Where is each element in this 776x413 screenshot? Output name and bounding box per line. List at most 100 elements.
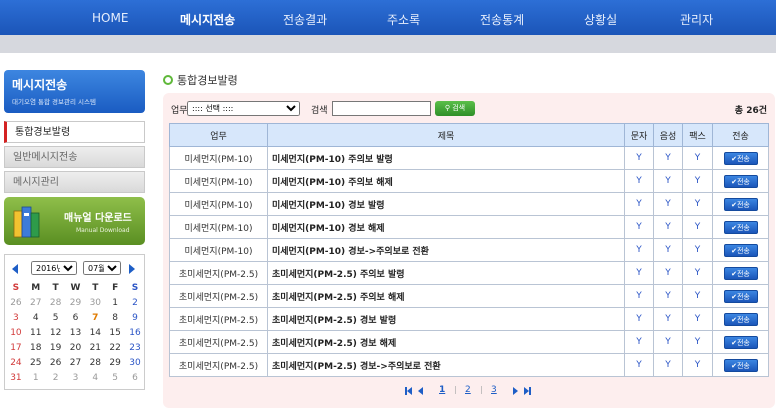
nav-message-send[interactable]: 메시지전송 (180, 11, 235, 28)
calendar-day[interactable]: 27 (66, 355, 86, 370)
send-button-label: 전송 (736, 246, 750, 255)
send-button[interactable]: ✔전송 (723, 174, 758, 188)
calendar-day[interactable]: 17 (6, 340, 26, 355)
send-button[interactable]: ✔전송 (723, 289, 758, 303)
nav-situation-room[interactable]: 상황실 (584, 11, 617, 28)
send-button[interactable]: ✔전송 (723, 266, 758, 280)
calendar-day[interactable]: 1 (105, 295, 125, 310)
nav-address-book[interactable]: 주소록 (387, 11, 420, 28)
calendar-day[interactable]: 14 (85, 325, 105, 340)
calendar: 2016년 07월 S M T W T F S 26 27 28 29 30 1 2 3 4 5 6… (4, 254, 145, 390)
manual-download-button[interactable]: 매뉴얼 다운로드 Manual Download (4, 197, 145, 245)
calendar-day[interactable]: 3 (66, 370, 86, 385)
page-link-2[interactable]: 2 (465, 385, 471, 395)
total-count: 총 26건 (734, 106, 767, 116)
send-button[interactable]: ✔전송 (723, 220, 758, 234)
first-page-icon[interactable] (407, 387, 412, 395)
calendar-day[interactable]: 27 (26, 295, 46, 310)
calendar-day[interactable]: 28 (46, 295, 66, 310)
calendar-day[interactable]: 16 (125, 325, 145, 340)
calendar-day[interactable]: 19 (46, 340, 66, 355)
nav-admin[interactable]: 관리자 (680, 11, 713, 28)
category-select[interactable]: :::: 선택 :::: (187, 101, 300, 116)
prev-page-icon[interactable] (418, 387, 423, 395)
calendar-day[interactable]: 18 (26, 340, 46, 355)
row-sms-flag: Y (624, 215, 654, 239)
send-button[interactable]: ✔전송 (723, 335, 758, 349)
calendar-day[interactable]: 6 (66, 310, 86, 325)
send-button[interactable]: ✔전송 (723, 243, 758, 257)
calendar-day[interactable]: 9 (125, 310, 145, 325)
send-button-label: 전송 (736, 292, 750, 301)
calendar-day[interactable]: 7 (85, 310, 105, 325)
search-button-label: 검색 (452, 104, 466, 112)
calendar-day[interactable]: 29 (66, 295, 86, 310)
send-button[interactable]: ✔전송 (723, 312, 758, 326)
next-month-icon[interactable] (129, 264, 135, 274)
calendar-day[interactable]: 3 (6, 310, 26, 325)
calendar-day[interactable]: 25 (26, 355, 46, 370)
calendar-day[interactable]: 20 (66, 340, 86, 355)
row-fax-flag: Y (682, 238, 713, 262)
prev-month-icon[interactable] (12, 264, 18, 274)
calendar-day[interactable]: 30 (85, 295, 105, 310)
send-button[interactable]: ✔전송 (723, 358, 758, 372)
sidebar-item-general-message[interactable]: 일반메시지전송 (4, 146, 145, 168)
nav-send-results[interactable]: 전송결과 (283, 11, 327, 28)
calendar-day[interactable]: 1 (26, 370, 46, 385)
circle-bullet-icon (163, 75, 173, 85)
calendar-day[interactable]: 23 (125, 340, 145, 355)
row-send-cell: ✔전송 (712, 146, 769, 170)
row-sms-flag: Y (624, 330, 654, 354)
nav-home[interactable]: HOME (92, 11, 128, 25)
filter-bar: 업무 :::: 선택 :::: 검색 ⚲ 검색 총 26건 (171, 100, 771, 118)
search-input[interactable] (332, 101, 431, 116)
next-page-icon[interactable] (513, 387, 518, 395)
row-send-cell: ✔전송 (712, 307, 769, 331)
calendar-day[interactable]: 10 (6, 325, 26, 340)
calendar-day[interactable]: 2 (125, 295, 145, 310)
calendar-day[interactable]: 15 (105, 325, 125, 340)
nav-send-stats[interactable]: 전송통계 (480, 11, 524, 28)
calendar-week: 26 27 28 29 30 1 2 (6, 295, 145, 310)
page-link-1[interactable]: 1 (439, 385, 445, 395)
calendar-day[interactable]: 30 (125, 355, 145, 370)
calendar-day[interactable]: 24 (6, 355, 26, 370)
calendar-day[interactable]: 8 (105, 310, 125, 325)
row-category: 초미세먼지(PM-2.5) (169, 261, 268, 285)
calendar-day[interactable]: 21 (85, 340, 105, 355)
send-button[interactable]: ✔전송 (723, 197, 758, 211)
send-button[interactable]: ✔전송 (723, 151, 758, 165)
row-voice-flag: Y (653, 215, 683, 239)
page-title: 통합경보발령 (163, 72, 238, 88)
page-link-3[interactable]: 3 (491, 385, 497, 395)
calendar-day[interactable]: 12 (46, 325, 66, 340)
search-button[interactable]: ⚲ 검색 (435, 101, 475, 116)
row-send-cell: ✔전송 (712, 238, 769, 262)
calendar-day[interactable]: 31 (6, 370, 26, 385)
calendar-day[interactable]: 11 (26, 325, 46, 340)
calendar-day[interactable]: 29 (105, 355, 125, 370)
calendar-day[interactable]: 6 (125, 370, 145, 385)
sidebar-item-integrated-alert[interactable]: 통합경보발령 (4, 121, 145, 143)
month-select[interactable]: 07월 (83, 261, 121, 275)
year-select[interactable]: 2016년 (31, 261, 77, 275)
calendar-day[interactable]: 5 (46, 310, 66, 325)
calendar-day[interactable]: 26 (6, 295, 26, 310)
calendar-day[interactable]: 26 (46, 355, 66, 370)
row-title: 미세먼지(PM-10) 경보 해제 (267, 215, 625, 239)
row-voice-flag: Y (653, 284, 683, 308)
calendar-day[interactable]: 28 (85, 355, 105, 370)
sidebar: 메시지전송 대기오염 통합 경보관리 시스템 통합경보발령 일반메시지전송 메시… (4, 70, 145, 196)
sidebar-item-message-manage[interactable]: 메시지관리 (4, 171, 145, 193)
calendar-day[interactable]: 22 (105, 340, 125, 355)
row-fax-flag: Y (682, 169, 713, 193)
calendar-day[interactable]: 4 (85, 370, 105, 385)
calendar-day[interactable]: 2 (46, 370, 66, 385)
calendar-day[interactable]: 13 (66, 325, 86, 340)
calendar-day[interactable]: 4 (26, 310, 46, 325)
calendar-day[interactable]: 5 (105, 370, 125, 385)
table-header-row: 업무 제목 문자 음성 팩스 전송 (169, 123, 769, 147)
row-sms-flag: Y (624, 353, 654, 377)
table-row: 초미세먼지(PM-2.5) 초미세먼지(PM-2.5) 경보 해제 Y Y Y ✔전송 (169, 330, 769, 354)
